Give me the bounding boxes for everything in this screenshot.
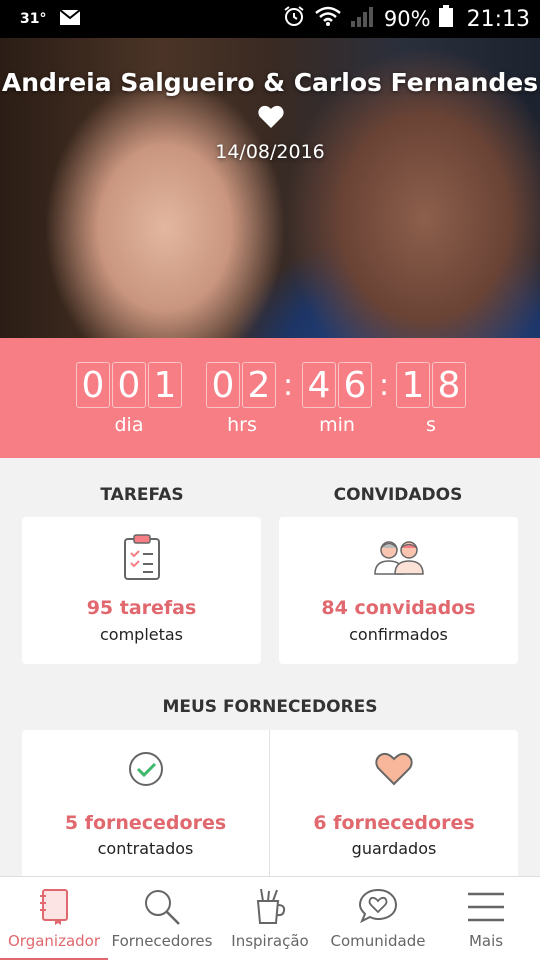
countdown-digit: 0 bbox=[76, 362, 110, 408]
countdown-days: 0 0 1 bbox=[76, 362, 184, 408]
nav-organizador[interactable]: Organizador bbox=[0, 877, 108, 960]
tasks-status: completas bbox=[99, 625, 184, 644]
countdown-separator: : bbox=[283, 368, 294, 403]
wedding-date: 14/08/2016 bbox=[215, 141, 325, 163]
countdown-digit: 1 bbox=[148, 362, 182, 408]
battery-percent: 90% bbox=[383, 7, 431, 31]
wifi-icon bbox=[314, 5, 342, 33]
guests-section-title: CONVIDADOS bbox=[333, 485, 463, 505]
vendors-saved-status: guardados bbox=[351, 839, 437, 858]
vendors-saved[interactable]: 6 fornecedores guardados bbox=[270, 730, 518, 880]
search-icon bbox=[145, 890, 180, 925]
status-bar: 31° 90% 21:13 bbox=[0, 0, 540, 38]
vendors-card: 5 fornecedores contratados 6 fornecedore… bbox=[22, 730, 518, 880]
heart-icon bbox=[375, 752, 413, 786]
check-circle-icon bbox=[128, 752, 163, 786]
countdown-days-label: dia bbox=[114, 414, 144, 436]
nav-comunidade[interactable]: Comunidade bbox=[324, 877, 432, 960]
tasks-count: 95 tarefas bbox=[86, 597, 197, 619]
countdown-digit: 4 bbox=[302, 362, 336, 408]
nav-inspiracao[interactable]: Inspiração bbox=[216, 877, 324, 960]
nav-mais[interactable]: Mais bbox=[432, 877, 540, 960]
nav-label: Fornecedores bbox=[111, 932, 213, 950]
countdown-digit: 6 bbox=[338, 362, 372, 408]
alarm-icon bbox=[282, 4, 306, 34]
nav-label: Mais bbox=[468, 932, 504, 950]
vendors-saved-count: 6 fornecedores bbox=[313, 812, 475, 834]
heart-icon bbox=[258, 105, 284, 128]
vendors-hired-count: 5 fornecedores bbox=[64, 812, 227, 834]
menu-icon bbox=[468, 892, 504, 922]
couple-photo[interactable]: Andreia Salgueiro & Carlos Fernandes 14/… bbox=[0, 38, 540, 338]
countdown-separator: : bbox=[379, 368, 390, 403]
guests-card[interactable]: 84 convidados confirmados bbox=[279, 517, 518, 664]
clock: 21:13 bbox=[466, 6, 530, 32]
mail-icon bbox=[59, 8, 82, 29]
vendors-hired-status: contratados bbox=[97, 839, 194, 858]
countdown-hours: 0 2 bbox=[206, 362, 278, 408]
countdown-digit: 8 bbox=[432, 362, 466, 408]
notebook-icon bbox=[40, 889, 68, 925]
nav-label: Inspiração bbox=[231, 932, 309, 950]
vendors-hired[interactable]: 5 fornecedores contratados bbox=[22, 730, 269, 880]
tasks-section-title: TAREFAS bbox=[100, 485, 184, 505]
vendors-section-title: MEUS FORNECEDORES bbox=[162, 697, 378, 717]
countdown-seconds: 1 8 bbox=[396, 362, 468, 408]
countdown-panel: 0 0 1 0 2 : 4 6 : 1 8 dia hrs min s bbox=[0, 338, 540, 458]
guests-icon bbox=[373, 541, 424, 575]
couple-names: Andreia Salgueiro & Carlos Fernandes bbox=[1, 68, 539, 97]
countdown-digit: 2 bbox=[242, 362, 276, 408]
countdown-seconds-label: s bbox=[426, 414, 436, 436]
countdown-digit: 0 bbox=[206, 362, 240, 408]
signal-icon bbox=[350, 5, 376, 33]
clipboard-icon bbox=[123, 534, 160, 580]
countdown-minutes-label: min bbox=[319, 414, 355, 436]
bottom-navigation: Organizador Fornecedores Inspiração Comu… bbox=[0, 876, 540, 960]
nav-label: Organizador bbox=[7, 932, 101, 950]
guests-count: 84 convidados bbox=[321, 597, 476, 619]
battery-icon bbox=[438, 5, 453, 33]
nav-fornecedores[interactable]: Fornecedores bbox=[108, 877, 216, 960]
countdown-hours-label: hrs bbox=[227, 414, 257, 436]
countdown-minutes: 4 6 bbox=[302, 362, 374, 408]
nav-label: Comunidade bbox=[330, 932, 426, 950]
guests-status: confirmados bbox=[349, 625, 448, 644]
temperature-indicator: 31° bbox=[20, 11, 47, 27]
countdown-digit: 1 bbox=[396, 362, 430, 408]
pencil-cup-icon bbox=[256, 888, 286, 924]
countdown-digit: 0 bbox=[112, 362, 146, 408]
chat-heart-icon bbox=[358, 888, 398, 924]
tasks-card[interactable]: 95 tarefas completas bbox=[22, 517, 261, 664]
